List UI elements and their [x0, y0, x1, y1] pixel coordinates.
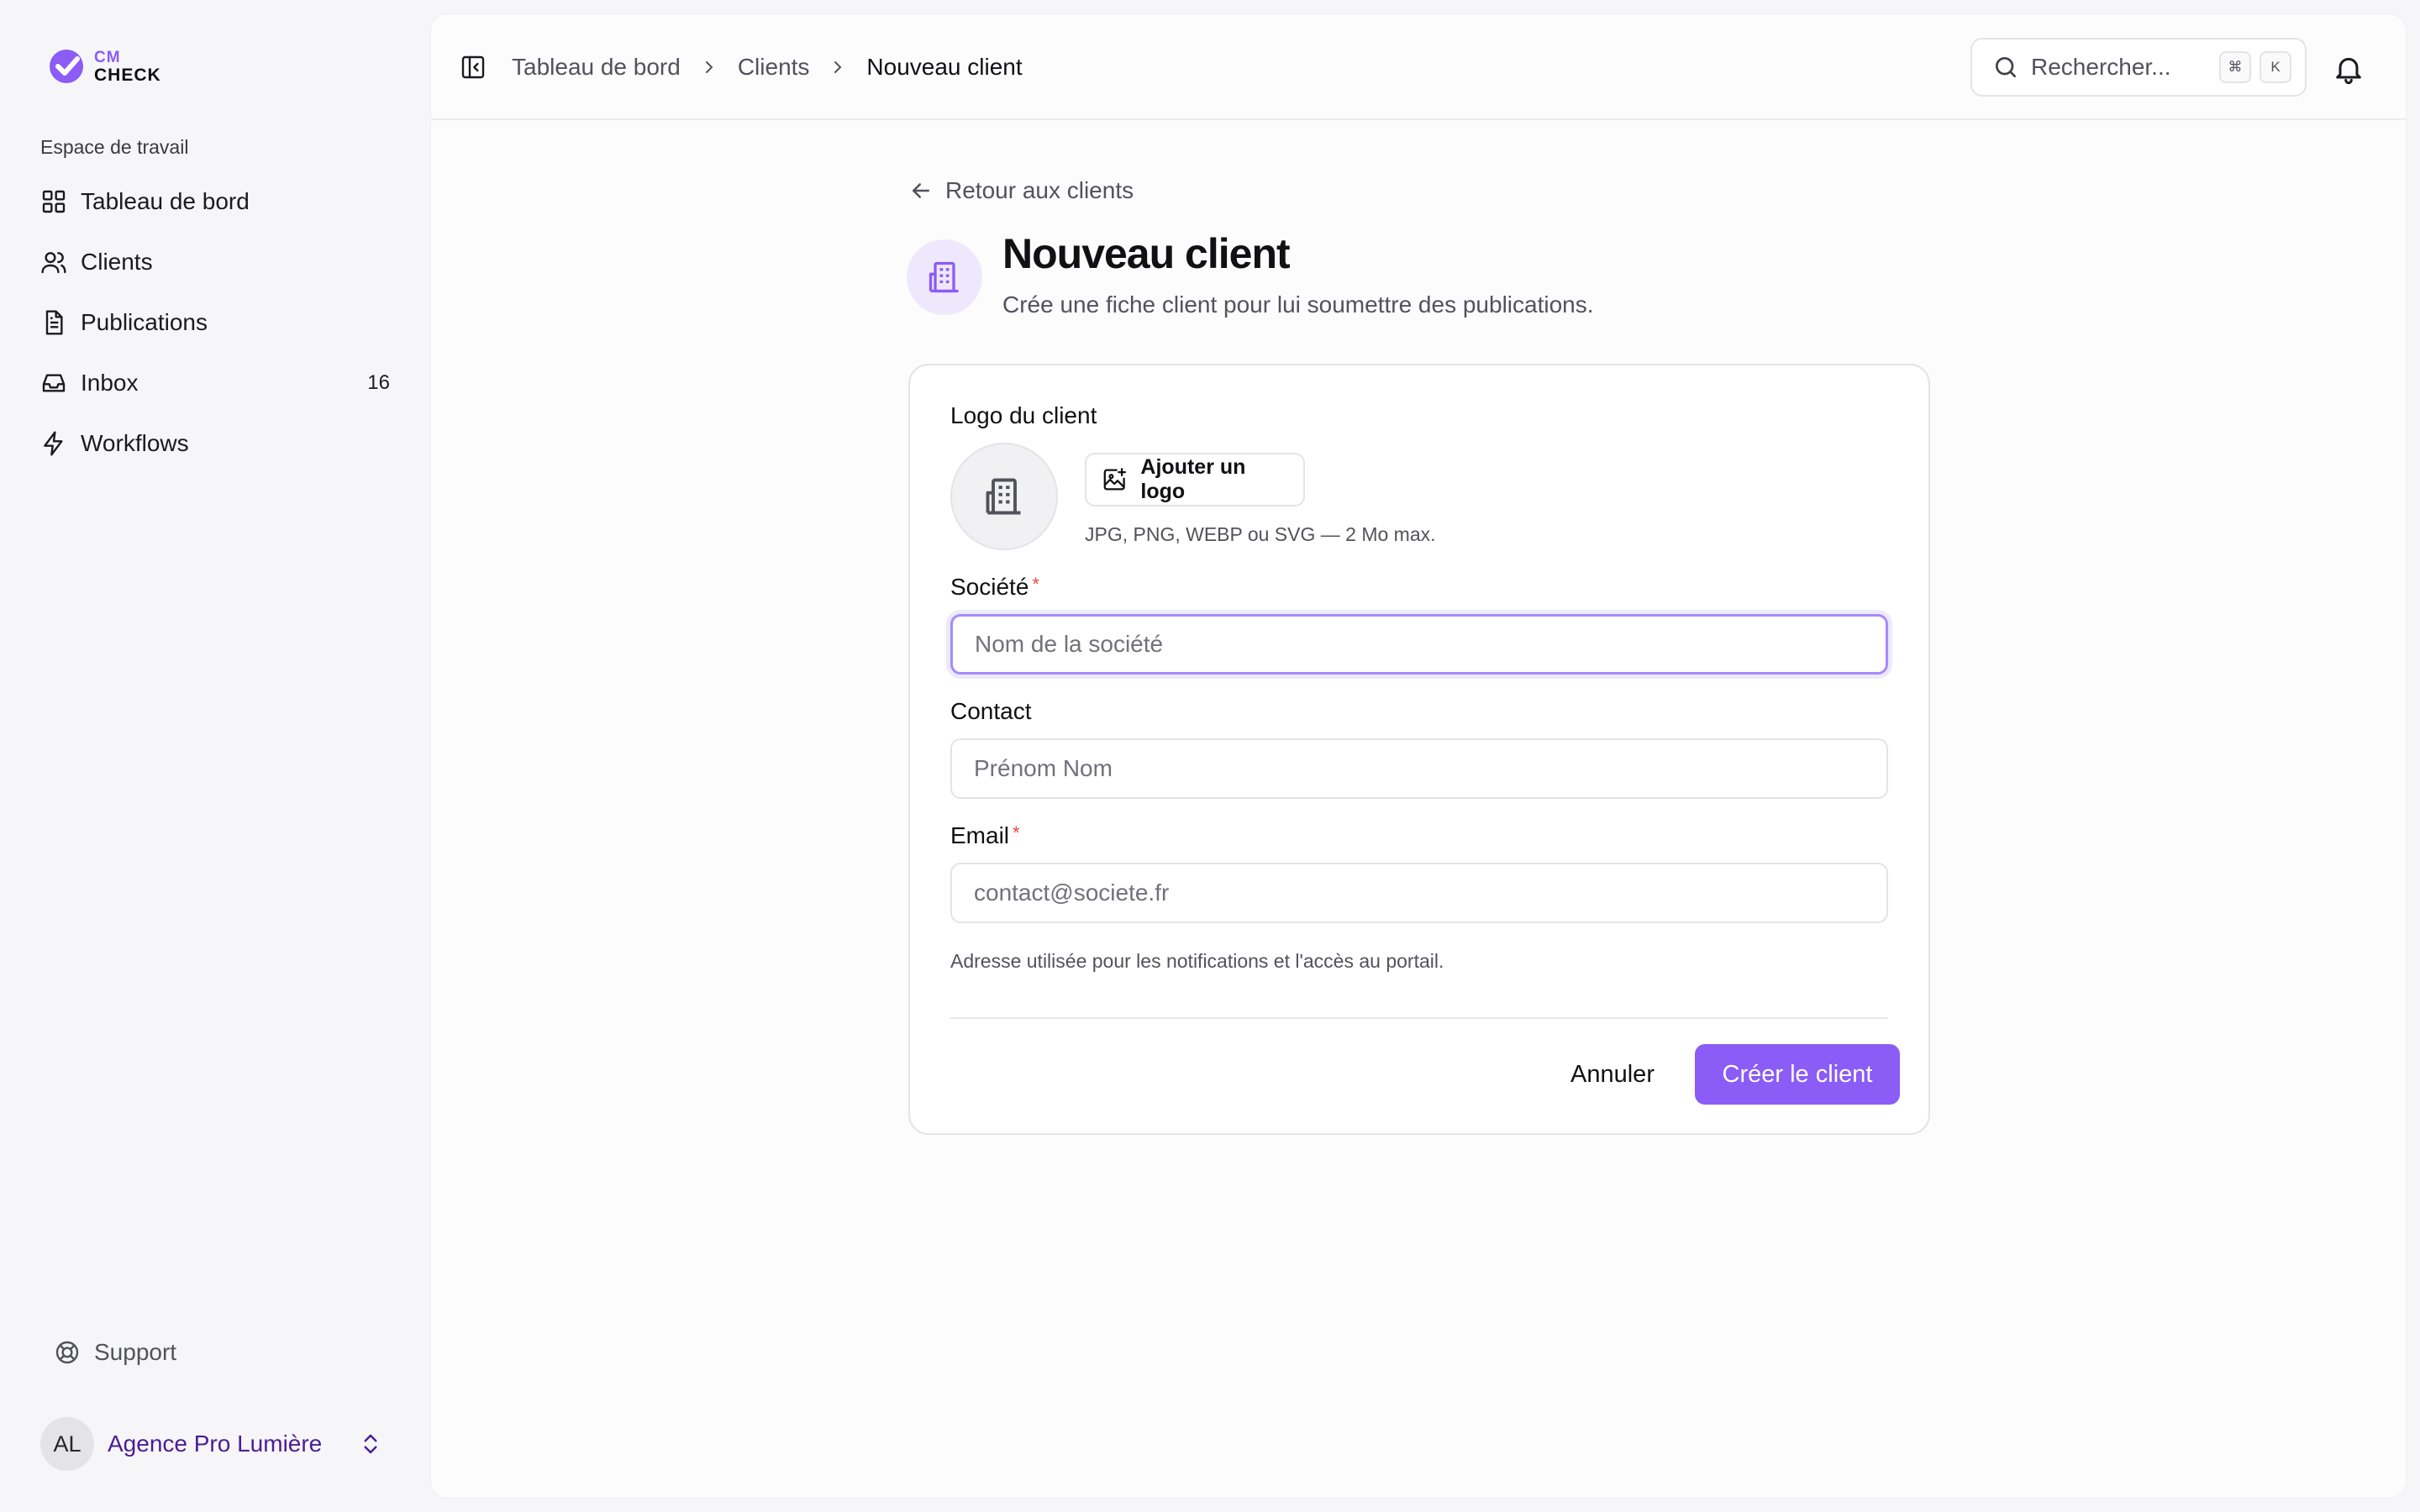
workspace-label: Espace de travail	[40, 136, 189, 158]
company-input[interactable]	[950, 614, 1888, 675]
main-panel: Tableau de bord Clients Nouveau client R…	[430, 13, 2407, 1499]
lightning-icon	[44, 431, 63, 456]
sidebar-toggle-icon[interactable]	[460, 54, 487, 81]
email-label: Email *	[950, 822, 1020, 849]
sidebar-item-label: Clients	[81, 249, 153, 275]
breadcrumb: Tableau de bord Clients Nouveau client	[512, 14, 1023, 120]
inbox-count-badge: 16	[367, 371, 390, 394]
page-title: Nouveau client	[1002, 230, 1291, 277]
back-label: Retour aux clients	[945, 177, 1134, 203]
document-icon	[45, 310, 63, 335]
dashboard-icon	[42, 190, 66, 213]
required-mark: *	[1013, 822, 1020, 843]
page-subtitle: Crée une fiche client pour lui soumettre…	[1002, 291, 1594, 318]
logo-check-text: CHECK	[94, 65, 161, 85]
sidebar-item-clients[interactable]: Clients	[27, 232, 403, 292]
form-divider	[950, 1017, 1888, 1019]
inbox-icon	[42, 374, 66, 392]
page-header-icon	[907, 239, 982, 315]
breadcrumb-clients[interactable]: Clients	[738, 54, 810, 81]
add-logo-label: Ajouter un logo	[1140, 455, 1246, 503]
sidebar-item-label: Tableau de bord	[81, 188, 250, 214]
chevron-right-icon	[834, 61, 842, 73]
back-to-clients-link[interactable]: Retour aux clients	[908, 177, 1134, 204]
lifebuoy-icon	[55, 1341, 79, 1364]
building-icon	[986, 478, 1021, 515]
sidebar-item-workflows[interactable]: Workflows	[27, 413, 403, 474]
shortcut-key-command: ⌘	[2219, 51, 2251, 83]
chevron-up-down-icon	[364, 1434, 377, 1454]
building-icon	[929, 261, 959, 293]
add-logo-button[interactable]: Ajouter un logo	[1085, 453, 1305, 507]
support-link[interactable]: Support	[40, 1331, 292, 1374]
account-name: Agence Pro Lumière	[108, 1431, 323, 1457]
avatar: AL	[40, 1417, 94, 1471]
search-input[interactable]: Rechercher... ⌘ K	[1970, 38, 2307, 97]
sidebar-nav: Tableau de bord Clients Publications Inb…	[27, 171, 403, 474]
contact-input[interactable]	[950, 738, 1888, 799]
sidebar: CM CHECK Espace de travail Tableau de bo…	[0, 0, 430, 1512]
create-client-button[interactable]: Créer le client	[1695, 1044, 1900, 1105]
sidebar-item-label: Publications	[81, 309, 208, 335]
shortcut-key-k: K	[2260, 51, 2291, 83]
sidebar-item-inbox[interactable]: Inbox 16	[27, 353, 403, 413]
email-hint: Adresse utilisée pour les notifications …	[950, 950, 1444, 972]
cancel-button[interactable]: Annuler	[1550, 1044, 1675, 1105]
logo-placeholder[interactable]	[950, 443, 1058, 550]
logo-format-hint: JPG, PNG, WEBP ou SVG — 2 Mo max.	[1085, 523, 1436, 545]
contact-label: Contact	[950, 698, 1032, 724]
account-switcher[interactable]: AL Agence Pro Lumière	[40, 1416, 397, 1472]
support-label: Support	[94, 1339, 177, 1365]
new-client-form: Logo du client Ajouter un logo JPG, PNG,…	[908, 364, 1930, 1135]
search-placeholder: Rechercher...	[2031, 54, 2171, 80]
sidebar-item-dashboard[interactable]: Tableau de bord	[27, 171, 403, 232]
email-label-text: Email	[950, 822, 1010, 848]
email-input[interactable]	[950, 863, 1888, 923]
topbar: Tableau de bord Clients Nouveau client R…	[431, 14, 2406, 120]
chevron-right-icon	[705, 61, 713, 73]
users-icon	[41, 252, 66, 274]
app-logo[interactable]: CM CHECK	[47, 45, 161, 87]
arrow-left-icon	[913, 183, 929, 198]
sidebar-item-label: Workflows	[81, 430, 189, 456]
sidebar-item-label: Inbox	[81, 370, 139, 396]
check-logo-icon	[50, 50, 83, 83]
image-plus-icon	[1103, 468, 1127, 491]
logo-cm-text: CM	[94, 48, 121, 66]
breadcrumb-dashboard[interactable]: Tableau de bord	[512, 54, 681, 81]
bell-icon[interactable]	[2332, 52, 2365, 86]
company-label-text: Société	[950, 574, 1029, 600]
search-icon	[1996, 57, 2016, 77]
company-label: Société *	[950, 574, 1039, 601]
breadcrumb-current: Nouveau client	[866, 54, 1023, 80]
required-mark: *	[1032, 574, 1039, 595]
sidebar-item-publications[interactable]: Publications	[27, 292, 403, 353]
logo-label: Logo du client	[950, 402, 1097, 428]
